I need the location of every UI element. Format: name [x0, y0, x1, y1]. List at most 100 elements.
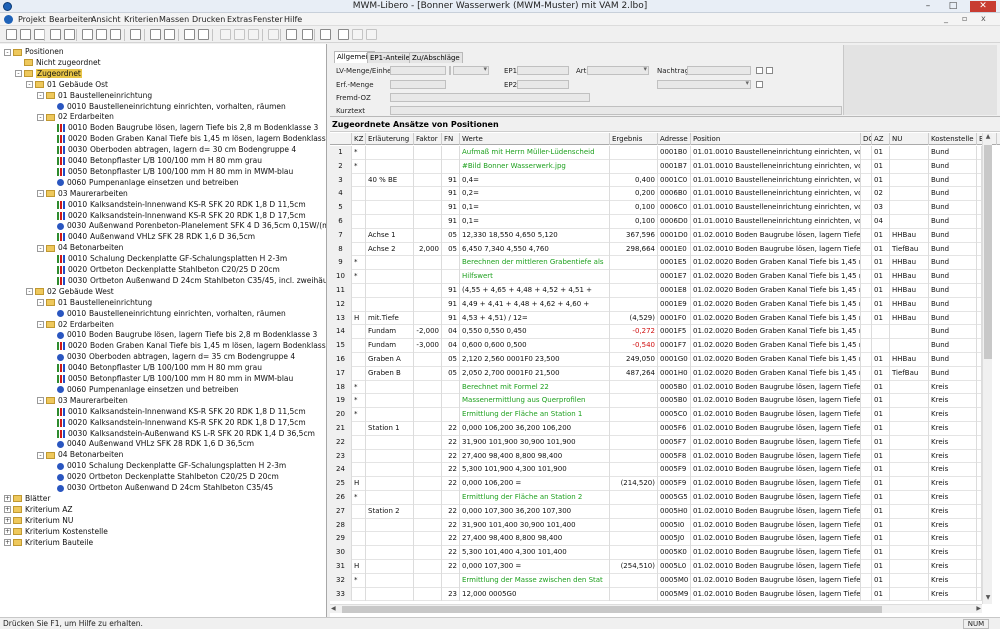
paste-positions-icon[interactable] [96, 29, 107, 40]
cell-fn[interactable] [442, 256, 460, 271]
cell-adresse[interactable]: 0001F5 [658, 325, 691, 340]
hscroll-thumb[interactable] [342, 606, 882, 613]
cell-dc[interactable] [861, 173, 872, 188]
cell-faktor[interactable] [414, 491, 442, 505]
table-row[interactable]: 29 22 27,400 98,400 8,800 98,400 0005J0 01.0… [330, 532, 982, 547]
cell-kostenstelle[interactable]: Bund [929, 173, 977, 188]
cell-kz[interactable] [352, 366, 366, 381]
cell-erlaeuterung[interactable]: Achse 2 [366, 242, 414, 257]
cell-kz[interactable] [352, 435, 366, 450]
tree-node[interactable]: - 02 Gebäude West [26, 286, 114, 297]
tree-node[interactable]: - 03 Maurerarbeiten [37, 395, 128, 406]
cell-kostenstelle[interactable]: Bund [929, 366, 977, 381]
header-faktor[interactable]: Faktor [414, 133, 442, 145]
cell-kz[interactable] [352, 339, 366, 353]
cell-position[interactable]: 01.02.0020 Boden Graben Kanal Tiefe bis … [691, 256, 861, 271]
cell-werte[interactable]: 6,450 7,340 4,550 4,760 [460, 242, 610, 257]
tree-node[interactable]: - 01 Baustelleneinrichtung [37, 90, 152, 101]
cell-faktor[interactable] [414, 408, 442, 422]
cell-adresse[interactable]: 0005I0 [658, 518, 691, 533]
cell-adresse[interactable]: 0005G5 [658, 491, 691, 505]
table-row[interactable]: 20 * Ermittlung der Fläche an Station 1 000… [330, 408, 982, 422]
tree-node[interactable]: - 02 Erdarbeiten [37, 111, 114, 122]
cell-adresse[interactable]: 0005M9 [658, 587, 691, 602]
settings-icon[interactable] [366, 29, 377, 40]
cell-dc[interactable] [861, 215, 872, 229]
table-row[interactable]: 22 22 31,900 101,900 30,900 101,900 0005F7 0… [330, 435, 982, 450]
cell-fn[interactable] [442, 380, 460, 395]
cell-nu[interactable] [890, 201, 929, 215]
cell-adresse[interactable]: 0005B0 [658, 380, 691, 395]
ep2-checkbox[interactable] [756, 81, 763, 88]
table-row[interactable]: 6 91 0,1= 0,100 0006D0 01.01.0010 Baustellene… [330, 215, 982, 229]
cell-dc[interactable] [861, 366, 872, 381]
menu-projekt[interactable]: Projekt [18, 15, 46, 24]
cell-ergebnis[interactable] [610, 587, 658, 602]
cell-fn[interactable]: 91 [442, 297, 460, 312]
cell-dc[interactable] [861, 380, 872, 395]
cell-werte[interactable]: Aufmaß mit Herrn Müller-Lüdenscheid [460, 146, 610, 160]
cell-position[interactable]: 01.02.0010 Boden Baugrube lösen, lagern … [691, 422, 861, 436]
cell-erlaeuterung[interactable] [366, 284, 414, 298]
cell-position[interactable]: 01.02.0010 Boden Baugrube lösen, lagern … [691, 394, 861, 409]
cell-dc[interactable] [861, 256, 872, 271]
cell-adresse[interactable]: 0005K0 [658, 546, 691, 560]
table-row[interactable]: 5 91 0,1= 0,100 0006C0 01.01.0010 Baustellene… [330, 201, 982, 215]
cell-kz[interactable] [352, 284, 366, 298]
tree-node[interactable]: 0010 Boden Baugrube lösen, lagern Tiefe b… [48, 122, 318, 133]
cell-werte[interactable]: 0,1= [460, 201, 610, 215]
tab-ep1-anteile[interactable]: EP1-Anteile [367, 52, 413, 63]
cell-faktor[interactable] [414, 449, 442, 464]
cell-erlaeuterung[interactable] [366, 256, 414, 271]
table-row[interactable]: 32 * Ermittlung der Masse zwischen den Sta… [330, 573, 982, 588]
cell-ergebnis[interactable]: 0,200 [610, 187, 658, 202]
cell-position[interactable]: 01.01.0010 Baustelleneinrichtung einrich… [691, 159, 861, 174]
cell-fn[interactable] [442, 270, 460, 284]
cell-faktor[interactable] [414, 463, 442, 478]
tree-node[interactable]: 0010 Kalksandstein-Innenwand KS-R SFK 20 … [48, 199, 306, 210]
cell-nu[interactable] [890, 491, 929, 505]
tree-node[interactable]: - 04 Betonarbeiten [37, 242, 123, 253]
cell-kz[interactable] [352, 587, 366, 602]
tree-node[interactable]: - 02 Erdarbeiten [37, 319, 114, 330]
tree-node[interactable]: + Kriterium Kostenstelle [4, 526, 108, 537]
table-row[interactable]: 21 Station 1 22 0,000 106,200 36,200 106,20… [330, 422, 982, 436]
cell-werte[interactable]: #Bild Bonner Wasserwerk.jpg [460, 159, 610, 174]
cell-kz[interactable]: * [352, 256, 366, 271]
cell-faktor[interactable]: -2,000 [414, 325, 442, 340]
cell-faktor[interactable] [414, 422, 442, 436]
cell-erlaeuterung[interactable] [366, 518, 414, 533]
cell-ergebnis[interactable] [610, 491, 658, 505]
scroll-left-icon[interactable]: ◀ [331, 605, 336, 612]
tree-node[interactable]: 0010 Baustelleneinrichtung einrichten, vo… [48, 101, 286, 112]
cell-position[interactable]: 01.02.0010 Boden Baugrube lösen, lagern … [691, 546, 861, 560]
cell-adresse[interactable]: 0001E5 [658, 256, 691, 271]
cell-adresse[interactable]: 0005F6 [658, 422, 691, 436]
nachtrag-checkbox[interactable] [756, 67, 763, 74]
cell-kz[interactable]: H [352, 311, 366, 326]
close-button[interactable]: ✕ [970, 1, 996, 12]
cell-position[interactable]: 01.02.0020 Boden Graben Kanal Tiefe bis … [691, 311, 861, 326]
cell-adresse[interactable]: 0006C0 [658, 201, 691, 215]
menu-hilfe[interactable]: Hilfe [284, 15, 302, 24]
cell-faktor[interactable] [414, 215, 442, 229]
cell-faktor[interactable] [414, 228, 442, 243]
cell-adresse[interactable]: 0001E0 [658, 242, 691, 257]
cell-dc[interactable] [861, 422, 872, 436]
cell-adresse[interactable]: 0006B0 [658, 187, 691, 202]
table-row[interactable]: 11 91 (4,55 + 4,65 + 4,48 + 4,52 + 4,51 + 0… [330, 284, 982, 298]
tree-node[interactable]: 0010 Baustelleneinrichtung einrichten, vo… [48, 308, 286, 319]
cell-faktor[interactable] [414, 587, 442, 602]
cell-erlaeuterung[interactable] [366, 215, 414, 229]
cell-kostenstelle[interactable]: Bund [929, 159, 977, 174]
tree-node[interactable]: 0040 Betonpflaster L/B 100/100 mm H 80 mm… [48, 362, 262, 373]
cell-werte[interactable]: 0,1= [460, 215, 610, 229]
fremd-oz-field[interactable] [390, 93, 590, 102]
menu-fenster[interactable]: Fenster [253, 15, 283, 24]
tree-node[interactable]: 0060 Pumpenanlage einsetzen und betreiben [48, 384, 239, 395]
cell-kz[interactable]: * [352, 491, 366, 505]
cell-nu[interactable] [890, 587, 929, 602]
cell-position[interactable]: 01.02.0020 Boden Graben Kanal Tiefe bis … [691, 325, 861, 340]
cell-werte[interactable]: 4,49 + 4,41 + 4,48 + 4,62 + 4,60 + [460, 297, 610, 312]
ep1-field[interactable] [517, 66, 569, 75]
